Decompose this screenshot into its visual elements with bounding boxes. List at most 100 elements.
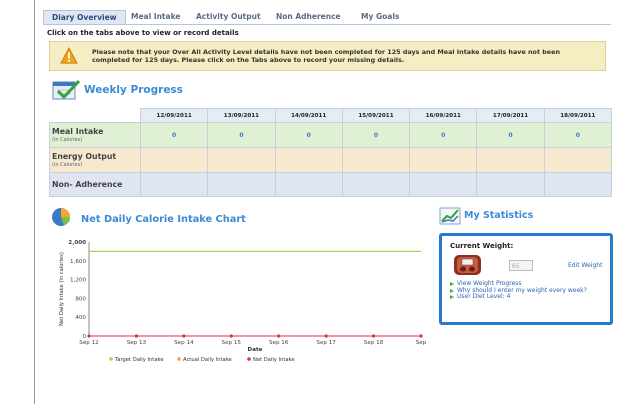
y-tick-label: 800 xyxy=(75,296,86,302)
table-cell[interactable]: 0 xyxy=(274,122,343,148)
x-tick-label: Sep xyxy=(416,340,427,346)
tab-meal-intake[interactable]: Meal Intake xyxy=(123,10,188,23)
y-tick-label: 1,600 xyxy=(70,259,86,265)
x-tick-label: Sep 15 xyxy=(222,340,242,346)
legend-marker xyxy=(177,357,181,361)
warning-icon xyxy=(60,47,78,64)
table-cell[interactable]: 0 xyxy=(476,122,545,148)
legend-label: Target Daily Intake xyxy=(114,357,164,363)
my-statistics-title: My Statistics xyxy=(464,210,534,221)
chart-title: Net Daily Calorie Intake Chart xyxy=(81,214,246,225)
data-point xyxy=(182,334,186,338)
date-header: 12/09/2011 xyxy=(139,108,209,123)
notice-message: Please note that your Over All Activity … xyxy=(92,48,561,64)
table-cell[interactable] xyxy=(207,147,276,173)
tab-activity-output[interactable]: Activity Output xyxy=(188,10,269,23)
data-point xyxy=(277,334,281,338)
cell-value: 0 xyxy=(441,131,446,139)
table-cell[interactable] xyxy=(274,147,343,173)
x-tick-label: Sep 14 xyxy=(174,340,194,346)
table-cell[interactable] xyxy=(341,147,411,173)
row-label: Meal Intake (in Calories) xyxy=(49,122,141,148)
tab-non-adherence[interactable]: Non Adherence xyxy=(268,10,349,23)
table-cell[interactable] xyxy=(341,172,411,197)
my-statistics-panel: Current Weight: 65 Edit Weight View Weig… xyxy=(439,233,613,325)
cell-value: 0 xyxy=(306,131,311,139)
data-point xyxy=(419,334,423,338)
cell-value: 0 xyxy=(239,131,244,139)
date-header: 17/09/2011 xyxy=(476,108,545,123)
y-axis-title: Net Daily Intake (in calories) xyxy=(59,252,65,326)
calorie-chart: 0 400 800 1,200 1,600 2,000 Sep 12 Sep 13 Sep 14… xyxy=(49,233,427,373)
table-cell[interactable] xyxy=(409,172,478,197)
calendar-check-icon xyxy=(52,79,80,100)
table-cell[interactable]: 0 xyxy=(409,122,478,148)
bathroom-scale-icon xyxy=(454,255,481,275)
cell-value: 0 xyxy=(373,131,379,139)
table-cell[interactable] xyxy=(409,147,478,173)
legend-marker xyxy=(247,357,251,361)
table-cell[interactable] xyxy=(207,172,276,197)
date-header: 13/09/2011 xyxy=(207,108,276,123)
x-tick-label: Sep 12 xyxy=(79,340,98,346)
edit-weight-link[interactable]: Edit Weight xyxy=(568,262,602,269)
legend-label: Actual Daily Intake xyxy=(183,357,232,363)
date-header: 16/09/2011 xyxy=(409,108,478,123)
current-weight-label: Current Weight: xyxy=(450,242,514,250)
x-tick-label: Sep 18 xyxy=(364,340,384,346)
table-cell[interactable] xyxy=(476,147,545,173)
stats-links: View Weight Progress Why should I enter … xyxy=(450,280,608,301)
arrow-bullet-icon xyxy=(450,282,454,286)
x-tick-label: Sep 13 xyxy=(127,340,147,346)
pie-chart-icon xyxy=(52,208,71,226)
date-header: 14/09/2011 xyxy=(274,108,343,123)
row-label-text: Energy Output xyxy=(52,152,117,161)
calorie-chart-svg: 04008001,2001,6002,000Sep 12 Sep 13 Sep 14… xyxy=(59,240,427,363)
instructions-text: Click on the tabs above to view or recor… xyxy=(47,29,239,37)
x-tick-label: Sep 17 xyxy=(316,340,336,346)
row-label-unit: (in Calories) xyxy=(52,137,83,143)
weekly-progress-table: 12/09/2011 13/09/2011 14/09/2011 15/09/2… xyxy=(49,108,613,197)
cell-value: 0 xyxy=(172,131,177,139)
cell-value: 0 xyxy=(575,131,580,139)
missing-details-notice: Please note that your Over All Activity … xyxy=(49,41,606,71)
table-cell[interactable] xyxy=(543,147,613,173)
table-row-meal-intake: Meal Intake (in Calories) 0 0 0 0 0 0 0 xyxy=(49,122,613,148)
x-tick-label: Sep 16 xyxy=(269,340,289,346)
arrow-bullet-icon xyxy=(450,288,454,293)
tab-bar: Diary Overview Meal Intake Activity Outp… xyxy=(35,10,620,24)
table-cell[interactable] xyxy=(476,172,545,197)
table-cell[interactable]: 0 xyxy=(341,122,411,148)
row-label-text: Non- Adherence xyxy=(52,180,123,189)
data-point xyxy=(87,334,91,338)
date-header: 18/09/2011 xyxy=(543,108,613,123)
y-tick-label: 1,200 xyxy=(70,278,86,284)
link-text: User Diet Level: 4 xyxy=(457,293,511,301)
table-cell[interactable] xyxy=(543,172,613,197)
table-row-energy-output: Energy Output (in Calories) xyxy=(49,147,613,173)
data-point xyxy=(229,334,233,338)
tab-divider xyxy=(43,24,611,25)
row-label-text: Meal Intake xyxy=(52,127,104,136)
table-corner xyxy=(49,108,141,123)
tab-my-goals[interactable]: My Goals xyxy=(353,10,407,23)
tab-diary-overview[interactable]: Diary Overview xyxy=(43,10,126,24)
table-cell[interactable]: 0 xyxy=(139,122,209,148)
table-cell[interactable]: 0 xyxy=(207,122,276,148)
table-cell[interactable] xyxy=(139,172,209,197)
y-tick-label: 2,000 xyxy=(68,240,86,246)
weight-input[interactable]: 65 xyxy=(509,260,533,271)
arrow-bullet-icon xyxy=(450,295,454,300)
table-cell[interactable] xyxy=(139,147,209,173)
main-frame: Diary Overview Meal Intake Activity Outp… xyxy=(34,0,620,404)
table-cell[interactable] xyxy=(274,172,343,197)
x-axis-title: Date xyxy=(248,347,263,353)
data-point xyxy=(134,334,139,338)
date-header: 15/09/2011 xyxy=(341,108,411,123)
legend-label: Net Daily Intake xyxy=(253,357,295,363)
row-label: Energy Output (in Calories) xyxy=(49,147,141,173)
line-chart-icon xyxy=(439,207,461,225)
table-cell[interactable]: 0 xyxy=(543,122,613,148)
legend-marker xyxy=(109,357,113,361)
link-user-diet-level[interactable]: User Diet Level: 4 xyxy=(450,293,608,301)
